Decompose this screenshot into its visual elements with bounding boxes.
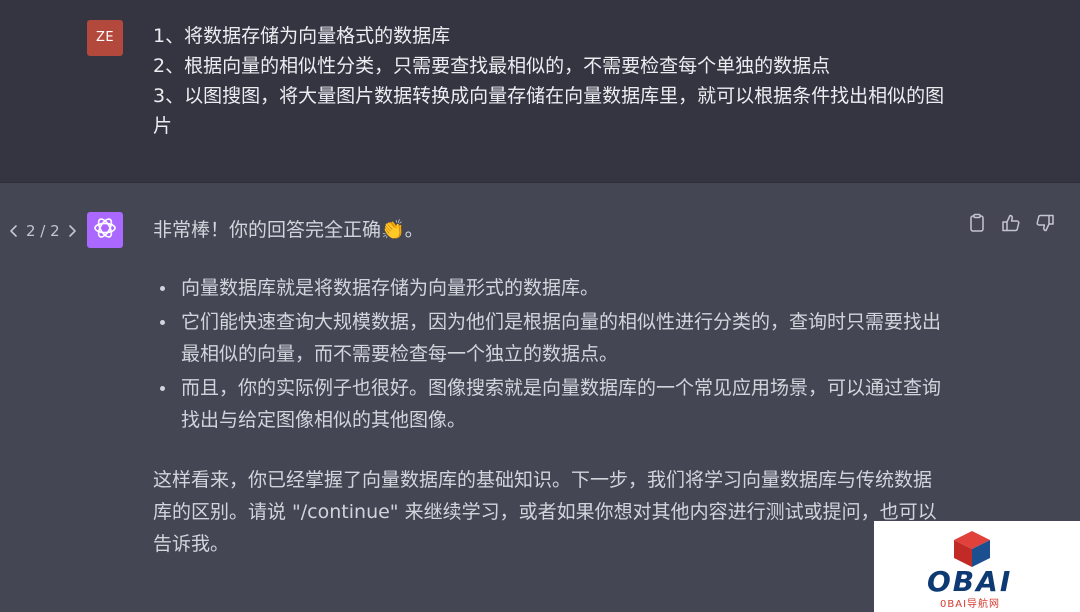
thumbs-down-icon bbox=[1035, 213, 1055, 237]
assistant-bullet-list: 向量数据库就是将数据存储为向量形式的数据库。 它们能快速查询大规模数据，因为他们… bbox=[153, 272, 953, 436]
pager-label: 2 / 2 bbox=[26, 222, 60, 240]
user-message-line: 3、以图搜图，将大量图片数据转换成向量存储在向量数据库里，就可以根据条件找出相似… bbox=[153, 85, 945, 137]
user-message-line: 1、将数据存储为向量格式的数据库 bbox=[153, 25, 451, 47]
openai-logo-icon bbox=[92, 215, 118, 245]
assistant-message: 非常棒！你的回答完全正确👏。 向量数据库就是将数据存储为向量形式的数据库。 它们… bbox=[153, 214, 953, 560]
watermark-brand: OBAI bbox=[927, 565, 1013, 598]
response-pager: 2 / 2 bbox=[8, 221, 78, 241]
bullet-dot bbox=[160, 386, 165, 391]
user-message-text: 1、将数据存储为向量格式的数据库 2、根据向量的相似性分类，只需要查找最相似的，… bbox=[153, 21, 963, 141]
assistant-intro: 非常棒！你的回答完全正确👏。 bbox=[153, 219, 424, 241]
chevron-left-icon[interactable] bbox=[8, 221, 20, 241]
chevron-right-icon[interactable] bbox=[66, 221, 78, 241]
clipboard-icon bbox=[968, 213, 986, 237]
assistant-avatar bbox=[87, 212, 123, 248]
user-avatar: ZE bbox=[87, 20, 123, 56]
bullet-dot bbox=[160, 320, 165, 325]
thumbs-up-button[interactable] bbox=[1000, 214, 1022, 236]
assistant-closing: 这样看来，你已经掌握了向量数据库的基础知识。下一步，我们将学习向量数据库与传统数… bbox=[153, 469, 937, 555]
list-item: 它们能快速查询大规模数据，因为他们是根据向量的相似性进行分类的，查询时只需要找出… bbox=[153, 306, 943, 370]
user-message-line: 2、根据向量的相似性分类，只需要查找最相似的，不需要检查每个单独的数据点 bbox=[153, 55, 831, 77]
list-item: 向量数据库就是将数据存储为向量形式的数据库。 bbox=[153, 272, 943, 304]
message-actions bbox=[966, 213, 1056, 237]
watermark-subtitle: 0BAI导航网 bbox=[940, 599, 1001, 610]
user-message-row: ZE 1、将数据存储为向量格式的数据库 2、根据向量的相似性分类，只需要查找最相… bbox=[0, 0, 1080, 183]
copy-button[interactable] bbox=[966, 213, 988, 237]
list-item: 而且，你的实际例子也很好。图像搜索就是向量数据库的一个常见应用场景，可以通过查询… bbox=[153, 372, 943, 436]
watermark-logo: OBAI 0BAI导航网 bbox=[874, 521, 1080, 612]
bullet-dot bbox=[160, 286, 165, 291]
thumbs-up-icon bbox=[1001, 213, 1021, 237]
thumbs-down-button[interactable] bbox=[1034, 214, 1056, 236]
